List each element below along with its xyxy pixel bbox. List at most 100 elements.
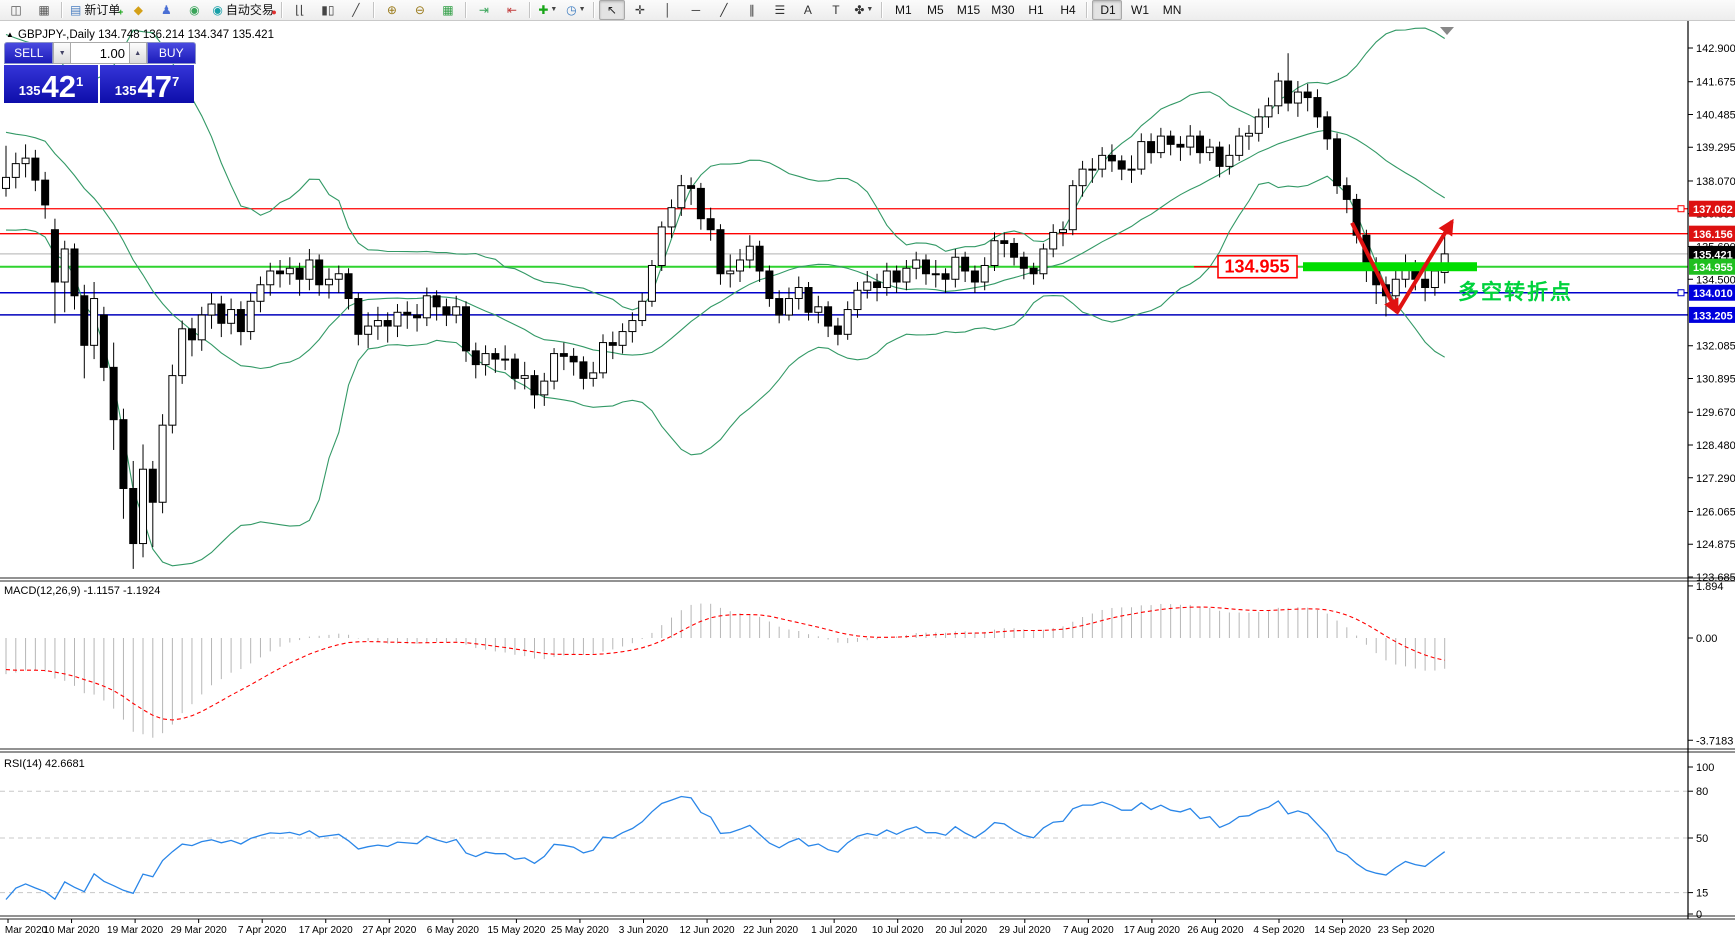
toolbar-history-center-icon[interactable]: ◆ — [125, 0, 151, 20]
toolbar-zoom-in-icon[interactable]: ⊕ — [379, 0, 405, 20]
candle — [951, 248, 960, 288]
profiles-dropdown-icon[interactable]: ▼ — [579, 1, 586, 19]
toolbar-cursor-icon[interactable]: ↖ — [598, 0, 625, 20]
date-label: 1 Jul 2020 — [811, 925, 858, 936]
main-pane[interactable]: 134.955 多空转折点 — [0, 27, 1688, 569]
tf-w1-button[interactable]: W1 — [1124, 0, 1154, 20]
tf-m15-label: M15 — [956, 3, 981, 17]
toolbar-trend-line-tool-icon[interactable]: ╱ — [711, 0, 737, 20]
auto-trading-label: 自动交易 — [225, 3, 274, 17]
symbol-collapse-icon[interactable]: ▲ — [6, 30, 14, 39]
tile-windows-glyph: ▦ — [442, 3, 454, 17]
candle — [902, 259, 911, 291]
toolbar-auto-trading-icon[interactable]: ◉ ● 自动交易 — [209, 0, 277, 20]
new-chart-dropdown-icon[interactable]: ▼ — [550, 1, 557, 19]
candle — [90, 282, 99, 360]
tf-m1-button[interactable]: M1 — [887, 0, 917, 20]
buy-price-big: 47 — [137, 69, 172, 104]
toolbar-horizontal-line-tool-icon[interactable]: ─ — [683, 0, 709, 20]
tf-h1-button[interactable]: H1 — [1020, 0, 1050, 20]
sell-button[interactable]: SELL — [4, 42, 54, 64]
price-axis-tick: 139.295 — [1696, 142, 1735, 154]
toolbar-line-chart-icon[interactable]: ╱ — [343, 0, 369, 20]
candle — [80, 284, 89, 379]
tf-m5-button[interactable]: M5 — [919, 0, 949, 20]
candle — [178, 320, 187, 384]
candle — [1323, 111, 1332, 150]
candle — [119, 408, 128, 519]
toolbar-separator — [528, 2, 531, 18]
toolbar-chart-shift-icon[interactable]: ⇤ — [499, 0, 525, 20]
chart-shift-marker[interactable] — [1440, 27, 1454, 35]
toolbar-vertical-line-tool-icon[interactable]: │ — [655, 0, 681, 20]
toolbar-data-window-icon[interactable]: ▦ — [31, 0, 57, 20]
turning-point-note[interactable]: 多空转折点 — [1458, 280, 1573, 304]
support-zone-bar[interactable] — [1303, 262, 1477, 272]
toolbar-text-label-tool-icon[interactable]: T — [823, 0, 849, 20]
toolbar-zoom-out-icon[interactable]: ⊖ — [407, 0, 433, 20]
candle — [187, 317, 196, 357]
chart-window[interactable]: 134.955 多空转折点 ▲ GBPJPY-,Daily 134.748 136.2… — [0, 21, 1735, 938]
tf-d1-button[interactable]: D1 — [1091, 0, 1122, 20]
price-badge-text: 134.955 — [1693, 262, 1733, 274]
toolbar-bar-chart-icon[interactable]: ⌊⌊ — [287, 0, 313, 20]
toolbar-market-watch-icon[interactable]: ◫ — [3, 0, 29, 20]
candle — [109, 342, 118, 450]
toolbar-text-tool-icon[interactable]: A — [795, 0, 821, 20]
chart-canvas[interactable]: 134.955多空转折点▲ GBPJPY-,Daily 134.748 136.2… — [0, 21, 1735, 938]
toolbar-profiles-icon[interactable]: ◷ ▼ — [563, 0, 589, 20]
toolbar-fibonacci-tool-icon[interactable]: ☰ — [767, 0, 793, 20]
line-handle[interactable] — [1677, 205, 1685, 213]
toolbar-web-request-icon[interactable]: ♟ — [153, 0, 179, 20]
candle — [1284, 53, 1293, 112]
price-axis-tick: 127.290 — [1696, 473, 1735, 485]
candle — [921, 254, 930, 285]
candle — [696, 182, 705, 230]
candle — [148, 460, 157, 548]
toolbar-arrows-tool-icon[interactable]: ✤ ▼ — [851, 0, 877, 20]
candle — [599, 334, 608, 379]
date-label: 27 Apr 2020 — [362, 925, 416, 936]
tf-m30-button[interactable]: M30 — [985, 0, 1017, 20]
toolbar-channel-tool-icon[interactable]: ∥ — [739, 0, 765, 20]
toolbar-new-chart-icon[interactable]: ✚ ▼ — [535, 0, 561, 20]
tf-m15-button[interactable]: M15 — [951, 0, 983, 20]
toolbar-auto-scroll-icon[interactable]: ⇥ — [471, 0, 497, 20]
tf-mn-button[interactable]: MN — [1156, 0, 1186, 20]
price-axis-tick: 141.675 — [1696, 77, 1735, 89]
fibonacci-tool-glyph: ☰ — [774, 3, 786, 17]
candle — [1156, 127, 1165, 159]
candle — [452, 295, 461, 324]
candle — [853, 282, 862, 318]
candle — [559, 342, 568, 371]
toolbar-crosshair-icon[interactable]: ✛ — [627, 0, 653, 20]
toolbar-candlestick-chart-icon[interactable]: ▮▯ — [315, 0, 341, 20]
sell-quote[interactable]: 135 42 1 — [4, 65, 98, 103]
candle — [863, 270, 872, 299]
new-order-overlay: + — [118, 7, 124, 17]
toolbar-new-order-icon[interactable]: ▤ + 新订单 — [67, 0, 123, 20]
candle — [1342, 177, 1351, 214]
volume-input[interactable] — [71, 42, 129, 64]
tf-h4-button[interactable]: H4 — [1052, 0, 1082, 20]
buy-button[interactable]: BUY — [146, 42, 196, 64]
candle — [207, 293, 216, 329]
candle — [628, 312, 637, 343]
candle — [1088, 158, 1097, 183]
macd-pane[interactable] — [5, 603, 1446, 738]
line-handle[interactable] — [1677, 289, 1685, 297]
one-click-trading-panel: SELL ▼ ▲ BUY 135 42 1 135 47 7 — [4, 42, 196, 103]
candle — [383, 312, 392, 343]
toolbar-tile-windows-icon[interactable]: ▦ — [435, 0, 461, 20]
candle — [510, 353, 519, 390]
candle — [324, 268, 333, 299]
arrows-tool-glyph: ✤ — [854, 3, 865, 17]
volume-decrease-button[interactable]: ▼ — [53, 42, 71, 64]
volume-increase-button[interactable]: ▲ — [129, 42, 147, 64]
tf-d1-label: D1 — [1100, 3, 1116, 17]
toolbar-signals-icon[interactable]: ◉ — [181, 0, 207, 20]
date-label: 20 Jul 2020 — [935, 925, 987, 936]
rsi-pane[interactable] — [0, 790, 1688, 901]
buy-quote[interactable]: 135 47 7 — [100, 65, 194, 103]
arrows-tool-dropdown-icon[interactable]: ▼ — [866, 1, 873, 19]
